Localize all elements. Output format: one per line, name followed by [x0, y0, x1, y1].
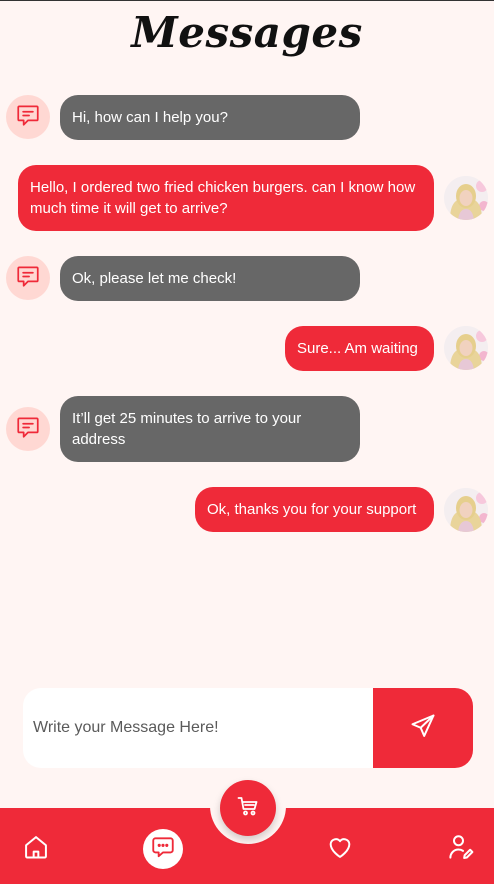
user-avatar [444, 326, 488, 370]
user-avatar [444, 488, 488, 532]
cart-button[interactable] [220, 780, 276, 836]
nav-profile[interactable] [443, 831, 479, 867]
user-avatar [444, 176, 488, 220]
message-bubble-outgoing: Ok, thanks you for your support [195, 487, 434, 532]
chat-bubble-icon [15, 263, 41, 294]
cart-icon [236, 794, 260, 823]
message-bubble-outgoing: Sure... Am waiting [285, 326, 434, 371]
send-icon [409, 712, 437, 745]
message-bubble-incoming: Hi, how can I help you? [60, 95, 360, 140]
home-icon [22, 833, 50, 866]
heart-icon [326, 833, 354, 866]
send-button[interactable] [373, 688, 473, 768]
message-composer [23, 688, 473, 768]
page-title: Messages [131, 8, 363, 57]
profile-edit-icon [446, 832, 476, 867]
message-bubble-outgoing: Hello, I ordered two fried chicken burge… [18, 165, 434, 231]
message-input[interactable] [23, 688, 373, 768]
support-avatar [6, 407, 50, 451]
support-avatar [6, 256, 50, 300]
chat-bubble-icon [15, 102, 41, 133]
chat-icon [150, 834, 176, 865]
top-divider [0, 0, 494, 1]
message-bubble-incoming: It’ll get 25 minutes to arrive to your a… [60, 396, 360, 462]
nav-home[interactable] [18, 832, 54, 866]
nav-chat[interactable] [143, 829, 183, 869]
support-avatar [6, 95, 50, 139]
message-bubble-incoming: Ok, please let me check! [60, 256, 360, 301]
chat-bubble-icon [15, 414, 41, 445]
nav-favorites[interactable] [322, 832, 358, 866]
